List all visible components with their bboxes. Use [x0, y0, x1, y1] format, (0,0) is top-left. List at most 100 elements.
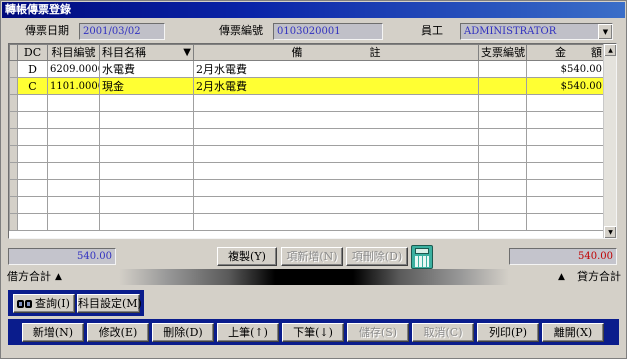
- grid-cell-empty[interactable]: [99, 128, 194, 146]
- grid-cell-empty[interactable]: [47, 128, 100, 146]
- table-row-empty[interactable]: [9, 128, 605, 146]
- grid-vertical-scrollbar[interactable]: ▲ ▼: [603, 44, 616, 238]
- grid-cell-empty[interactable]: [193, 162, 479, 180]
- grid-cell-empty[interactable]: [99, 179, 194, 197]
- row-indicator[interactable]: [9, 213, 18, 231]
- table-row-empty[interactable]: [9, 94, 605, 112]
- cell-memo[interactable]: 2月水電費: [193, 60, 479, 78]
- cell-memo[interactable]: 2月水電費: [193, 77, 479, 95]
- scroll-down-icon[interactable]: ▼: [604, 226, 616, 238]
- table-row-empty[interactable]: [9, 196, 605, 214]
- grid-cell-empty[interactable]: [17, 94, 48, 112]
- insert-item-button[interactable]: 項新增(N): [281, 247, 343, 266]
- table-row-selected[interactable]: C 1101.00000 現金 2月水電費 $540.00: [9, 77, 605, 95]
- grid-cell-empty[interactable]: [17, 145, 48, 163]
- voucher-number-field[interactable]: 0103020001: [273, 23, 383, 40]
- column-header-dc[interactable]: DC: [17, 44, 48, 61]
- grid-cell-empty[interactable]: [526, 145, 605, 163]
- delete-button[interactable]: 刪除(D): [152, 323, 214, 342]
- grid-cell-empty[interactable]: [17, 111, 48, 129]
- grid-cell-empty[interactable]: [526, 94, 605, 112]
- grid-cell-empty[interactable]: [193, 179, 479, 197]
- grid-cell-empty[interactable]: [99, 162, 194, 180]
- grid-cell-empty[interactable]: [193, 196, 479, 214]
- dropdown-arrow-icon[interactable]: ▼: [598, 24, 612, 39]
- grid-cell-empty[interactable]: [99, 213, 194, 231]
- cell-dc[interactable]: C: [17, 77, 48, 95]
- grid-cell-empty[interactable]: [47, 145, 100, 163]
- cell-cheque-no[interactable]: [478, 77, 527, 95]
- cell-amount[interactable]: $540.00: [526, 60, 605, 78]
- scroll-up-icon[interactable]: ▲: [604, 44, 616, 56]
- row-indicator[interactable]: [9, 162, 18, 180]
- cell-subject-name[interactable]: 水電費: [99, 60, 194, 78]
- grid-cell-empty[interactable]: [193, 145, 479, 163]
- grid-cell-empty[interactable]: [47, 162, 100, 180]
- employee-select[interactable]: ADMINISTRATOR ▼: [460, 23, 613, 40]
- row-indicator[interactable]: [9, 94, 18, 112]
- grid-cell-empty[interactable]: [17, 128, 48, 146]
- row-indicator[interactable]: [9, 128, 18, 146]
- grid-cell-empty[interactable]: [47, 111, 100, 129]
- next-record-button[interactable]: 下筆(↓): [282, 323, 344, 342]
- voucher-date-field[interactable]: 2001/03/02: [79, 23, 165, 40]
- grid-cell-empty[interactable]: [478, 128, 527, 146]
- grid-cell-empty[interactable]: [99, 145, 194, 163]
- row-indicator[interactable]: [9, 145, 18, 163]
- grid-cell-empty[interactable]: [99, 94, 194, 112]
- grid-cell-empty[interactable]: [47, 213, 100, 231]
- grid-cell-empty[interactable]: [193, 128, 479, 146]
- grid-cell-empty[interactable]: [526, 196, 605, 214]
- query-button[interactable]: 查詢(I): [13, 294, 75, 313]
- grid-cell-empty[interactable]: [47, 94, 100, 112]
- column-header-subject-code[interactable]: 科目編號: [47, 44, 100, 61]
- grid-cell-empty[interactable]: [526, 128, 605, 146]
- subject-setting-button[interactable]: 科目設定(M): [77, 294, 142, 313]
- new-button[interactable]: 新增(N): [22, 323, 84, 342]
- cell-amount[interactable]: $540.00: [526, 77, 605, 95]
- column-header-amount[interactable]: 金 額: [526, 44, 605, 61]
- grid-cell-empty[interactable]: [526, 179, 605, 197]
- row-indicator[interactable]: [9, 60, 18, 78]
- row-indicator[interactable]: [9, 179, 18, 197]
- grid-cell-empty[interactable]: [17, 179, 48, 197]
- grid-cell-empty[interactable]: [193, 111, 479, 129]
- grid-cell-empty[interactable]: [47, 196, 100, 214]
- table-row-empty[interactable]: [9, 145, 605, 163]
- grid-cell-empty[interactable]: [478, 145, 527, 163]
- column-header-memo[interactable]: 備 註: [193, 44, 479, 61]
- delete-item-button[interactable]: 項刪除(D): [346, 247, 408, 266]
- grid-cell-empty[interactable]: [17, 213, 48, 231]
- cell-dc[interactable]: D: [17, 60, 48, 78]
- cell-cheque-no[interactable]: [478, 60, 527, 78]
- table-row-empty[interactable]: [9, 213, 605, 231]
- save-button[interactable]: 儲存(S): [347, 323, 409, 342]
- table-row-empty[interactable]: [9, 162, 605, 180]
- copy-button[interactable]: 複製(Y): [217, 247, 277, 266]
- grid-cell-empty[interactable]: [478, 213, 527, 231]
- grid-cell-empty[interactable]: [478, 111, 527, 129]
- row-indicator[interactable]: [9, 111, 18, 129]
- grid-cell-empty[interactable]: [478, 179, 527, 197]
- grid-cell-empty[interactable]: [193, 213, 479, 231]
- grid-cell-empty[interactable]: [193, 94, 479, 112]
- grid-cell-empty[interactable]: [99, 111, 194, 129]
- table-row[interactable]: D 6209.00000 水電費 2月水電費 $540.00: [9, 60, 605, 78]
- edit-button[interactable]: 修改(E): [87, 323, 149, 342]
- row-indicator[interactable]: [9, 77, 18, 95]
- grid-cell-empty[interactable]: [17, 162, 48, 180]
- cell-subject-code[interactable]: 6209.00000: [47, 60, 100, 78]
- previous-record-button[interactable]: 上筆(↑): [217, 323, 279, 342]
- print-button[interactable]: 列印(P): [477, 323, 539, 342]
- column-header-subject-name[interactable]: 科目名稱 ▼: [99, 44, 194, 61]
- calculator-icon[interactable]: [411, 245, 433, 269]
- voucher-detail-grid[interactable]: DC 科目編號 科目名稱 ▼ 備 註 支票編號 金 額 D 6209.000 水…: [8, 43, 617, 239]
- cancel-button[interactable]: 取消(C): [412, 323, 474, 342]
- grid-cell-empty[interactable]: [526, 213, 605, 231]
- grid-cell-empty[interactable]: [99, 196, 194, 214]
- grid-cell-empty[interactable]: [17, 196, 48, 214]
- cell-subject-code[interactable]: 1101.00000: [47, 77, 100, 95]
- grid-cell-empty[interactable]: [526, 111, 605, 129]
- table-row-empty[interactable]: [9, 179, 605, 197]
- grid-cell-empty[interactable]: [478, 94, 527, 112]
